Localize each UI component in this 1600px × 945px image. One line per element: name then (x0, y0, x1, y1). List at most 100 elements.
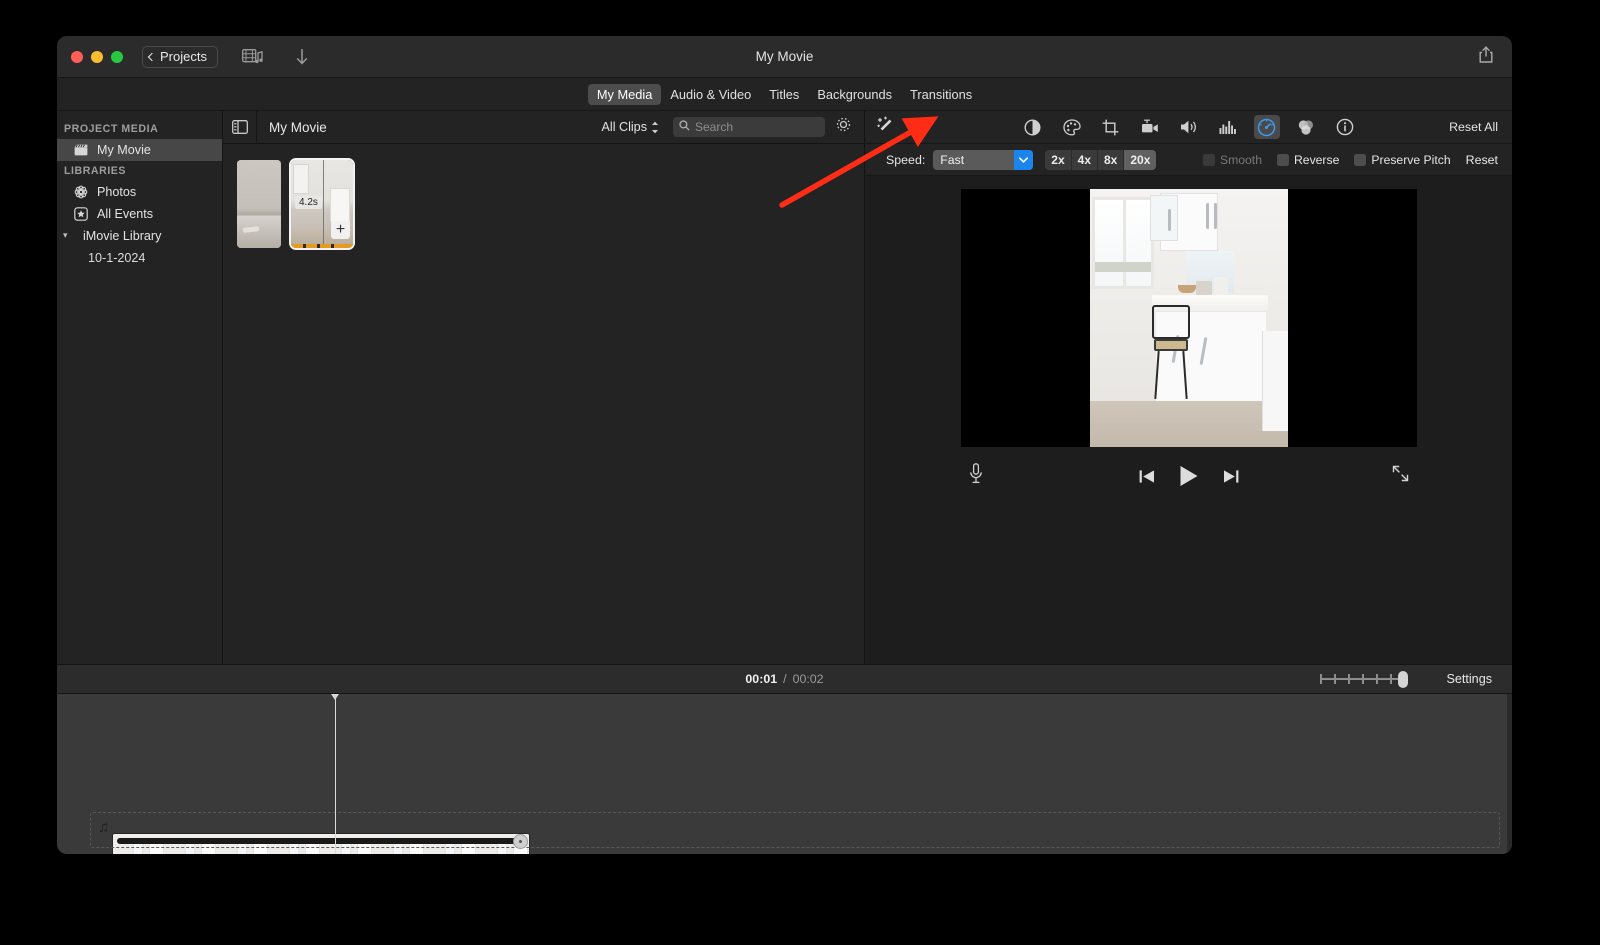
sidebar-item-label: Photos (97, 185, 137, 199)
expand-arrows-icon[interactable] (1392, 465, 1409, 487)
chevron-down-icon[interactable]: ▾ (63, 230, 75, 241)
all-clips-filter[interactable]: All Clips (602, 120, 660, 134)
timeline-scrollbar[interactable] (1507, 694, 1512, 854)
all-clips-label: All Clips (601, 120, 648, 134)
checkbox-box (1276, 153, 1289, 166)
reset-button[interactable]: Reset (1466, 153, 1498, 167)
tab-transitions[interactable]: Transitions (901, 84, 981, 105)
playhead[interactable] (331, 694, 339, 854)
speed-handle-icon[interactable] (513, 834, 528, 849)
stabilization-camera-icon[interactable] (1137, 115, 1163, 139)
auto-enhance-wand-icon[interactable] (877, 116, 895, 139)
sidebar-toggle-icon[interactable] (223, 110, 257, 144)
media-clip-thumbnail[interactable] (237, 160, 281, 248)
filmstrip-music-icon[interactable] (242, 48, 263, 65)
info-icon[interactable] (1332, 115, 1358, 139)
music-note-icon: ♫ (98, 819, 110, 836)
skip-to-end-icon[interactable] (1223, 469, 1239, 484)
inspector-and-viewer: Reset All Speed: Fast 2x 4x 8x 20x Smoot… (864, 111, 1512, 664)
projects-back-button[interactable]: Projects (142, 45, 218, 68)
sidebar-item-label: 10-1-2024 (88, 251, 146, 265)
play-icon[interactable] (1179, 465, 1199, 487)
sidebar-section-project-media: PROJECT MEDIA (64, 123, 159, 135)
zoom-slider-knob[interactable] (1398, 671, 1408, 688)
clip-speed-bar[interactable] (117, 838, 525, 844)
sidebar-item-imovie-library[interactable]: ▾ iMovie Library (57, 225, 222, 247)
smooth-label: Smooth (1219, 152, 1262, 167)
crop-icon[interactable] (1098, 115, 1124, 139)
search-field[interactable] (673, 117, 825, 137)
sidebar-item-photos[interactable]: Photos (57, 181, 222, 203)
sidebar: PROJECT MEDIA My Movie LIBRARIES Photos … (57, 111, 223, 664)
speed-gauge-icon[interactable] (1253, 115, 1280, 139)
tab-titles[interactable]: Titles (760, 84, 808, 105)
reverse-checkbox[interactable]: Reverse (1276, 153, 1339, 167)
noise-reduction-equalizer-icon[interactable] (1215, 115, 1241, 139)
settings-button[interactable]: Settings (1446, 672, 1492, 686)
sidebar-item-event-date[interactable]: 10-1-2024 (57, 247, 222, 269)
browser-clip-grid: 4.2s + (223, 144, 864, 664)
tab-audio-video[interactable]: Audio & Video (661, 84, 760, 105)
speed-mode-value: Fast (940, 152, 965, 167)
window-title: My Movie (755, 49, 814, 64)
sidebar-item-my-movie[interactable]: My Movie (57, 139, 222, 161)
close-button[interactable] (71, 50, 83, 63)
clip-skim-line (323, 160, 325, 248)
speed-label: Speed: (886, 152, 926, 167)
clip-thumbnail-image (237, 160, 281, 248)
speed-controls-row: Speed: Fast 2x 4x 8x 20x Smooth Reverse … (865, 144, 1512, 176)
imovie-window: Projects My Movie My Media Audio & Video… (57, 36, 1512, 854)
projects-back-label: Projects (160, 49, 207, 64)
volume-icon[interactable] (1176, 115, 1202, 139)
chevron-left-icon (147, 52, 157, 61)
smooth-checkbox[interactable]: Smooth (1202, 152, 1262, 167)
checkbox-box (1202, 153, 1215, 166)
share-icon[interactable] (1478, 45, 1494, 68)
checkbox-box (1354, 153, 1367, 166)
current-time: 00:01 (745, 672, 778, 686)
media-tabs: My Media Audio & Video Titles Background… (57, 78, 1512, 111)
clip-used-indicator (291, 244, 353, 248)
color-balance-icon[interactable] (1020, 115, 1046, 139)
tab-my-media[interactable]: My Media (587, 83, 662, 105)
speed-4x-button[interactable]: 4x (1072, 149, 1098, 170)
timecode-display: 00:01 / 00:02 (57, 672, 1512, 686)
timeline[interactable]: ♫ (57, 694, 1512, 854)
speed-multiplier-segments: 2x 4x 8x 20x (1045, 149, 1157, 170)
window-controls (71, 50, 123, 63)
speed-20x-button[interactable]: 20x (1124, 149, 1157, 170)
inspector-tool-icons (865, 115, 1512, 139)
sort-updown-icon (651, 121, 659, 134)
reset-all-button[interactable]: Reset All (1449, 120, 1498, 134)
preserve-pitch-checkbox[interactable]: Preserve Pitch (1354, 152, 1451, 167)
upper-area: PROJECT MEDIA My Movie LIBRARIES Photos … (57, 110, 1512, 664)
transport-buttons (961, 465, 1417, 487)
speed-mode-dropdown[interactable]: Fast (933, 149, 1034, 170)
search-input[interactable] (695, 120, 819, 134)
media-browser: My Movie All Clips Search 4.2s + (223, 110, 864, 664)
timeline-zoom-slider[interactable] (1320, 671, 1408, 688)
preserve-pitch-label: Preserve Pitch (1371, 152, 1451, 167)
tab-backgrounds[interactable]: Backgrounds (808, 84, 901, 105)
clapperboard-icon (73, 144, 89, 156)
screen: Projects My Movie My Media Audio & Video… (0, 0, 1600, 945)
sidebar-item-label: iMovie Library (83, 229, 162, 243)
download-arrow-icon[interactable] (295, 48, 309, 66)
speed-2x-button[interactable]: 2x (1045, 149, 1072, 170)
plus-icon[interactable]: + (331, 220, 350, 239)
browser-toolbar: My Movie All Clips (223, 110, 864, 144)
chevron-down-icon (1014, 149, 1034, 170)
maximize-button[interactable] (111, 50, 123, 63)
gear-icon[interactable] (835, 116, 852, 138)
skip-to-start-icon[interactable] (1139, 469, 1155, 484)
speed-8x-button[interactable]: 8x (1098, 149, 1125, 170)
timeline-toolbar: 00:01 / 00:02 Settings (57, 664, 1512, 694)
playback-controls (961, 453, 1417, 499)
video-preview[interactable] (960, 189, 1417, 447)
clip-duration-badge: 4.2s (295, 196, 322, 209)
clip-filter-icon[interactable] (1293, 115, 1319, 139)
color-correction-palette-icon[interactable] (1059, 115, 1085, 139)
minimize-button[interactable] (91, 50, 103, 63)
sidebar-item-all-events[interactable]: All Events (57, 203, 222, 225)
media-clip-thumbnail-selected[interactable]: 4.2s + (289, 158, 355, 250)
